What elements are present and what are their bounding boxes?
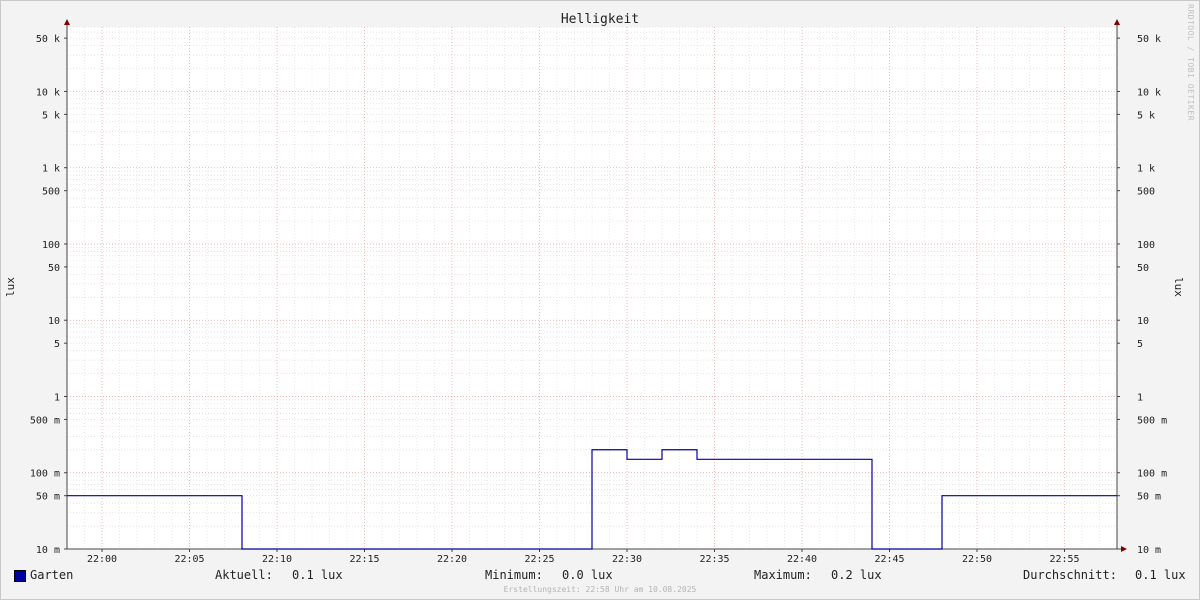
y-tick-label-right: 5 bbox=[1137, 339, 1143, 350]
x-tick-label: 22:45 bbox=[874, 554, 904, 565]
y-tick-label-left: 10 m bbox=[36, 545, 60, 556]
x-tick-label: 22:55 bbox=[1049, 554, 1079, 565]
y-tick-label-right: 10 m bbox=[1137, 545, 1161, 556]
y-tick-label-right: 500 m bbox=[1137, 415, 1167, 426]
x-axis-arrow bbox=[1121, 546, 1127, 552]
x-tick-label: 22:10 bbox=[262, 554, 292, 565]
legend-swatch-garten bbox=[14, 570, 26, 582]
creation-time-footer: Erstellungszeit: 22:58 Uhr am 10.08.2025 bbox=[503, 585, 697, 594]
y-tick-label-left: 500 m bbox=[30, 415, 60, 426]
y-tick-label-right: 50 m bbox=[1137, 492, 1161, 503]
x-tick-label: 22:30 bbox=[612, 554, 642, 565]
x-tick-label: 22:35 bbox=[699, 554, 729, 565]
legend-series-name: Garten bbox=[30, 568, 74, 582]
y-tick-label-right: 100 bbox=[1137, 240, 1155, 251]
brightness-chart: Helligkeit lux lux 50 k 50 k 10 k 10 k 5 k 5 … bbox=[4, 12, 1185, 565]
y-axis-label-left: lux bbox=[4, 277, 17, 297]
x-tick-label: 22:00 bbox=[87, 554, 117, 565]
y-tick-label-right: 1 bbox=[1137, 392, 1143, 403]
y-tick-label-right: 100 m bbox=[1137, 469, 1167, 480]
y-tick-label-right: 50 bbox=[1137, 263, 1149, 274]
legend-min-value: 0.0 lux bbox=[562, 568, 613, 582]
y-tick-label-right: 50 k bbox=[1137, 34, 1161, 45]
y-tick-label-left: 50 m bbox=[36, 492, 60, 503]
y-tick-label-left: 50 bbox=[48, 263, 60, 274]
legend-min-label: Minimum: bbox=[485, 568, 543, 582]
y-axis-label-right: lux bbox=[1172, 277, 1185, 297]
x-tick-label: 22:20 bbox=[437, 554, 467, 565]
legend-avg-label: Durchschnitt: bbox=[1023, 568, 1117, 582]
x-tick-label: 22:05 bbox=[174, 554, 204, 565]
y-tick-label-left: 1 bbox=[54, 392, 60, 403]
legend-max-label: Maximum: bbox=[754, 568, 812, 582]
y-tick-label-left: 500 bbox=[42, 187, 60, 198]
x-tick-label: 22:40 bbox=[787, 554, 817, 565]
x-tick-label: 22:25 bbox=[524, 554, 554, 565]
legend-max-value: 0.2 lux bbox=[831, 568, 882, 582]
legend-current-value: 0.1 lux bbox=[292, 568, 343, 582]
y-tick-label-right: 10 k bbox=[1137, 87, 1161, 98]
rrdtool-watermark: RRDTOOL / TOBI OETIKER bbox=[1186, 4, 1195, 121]
legend-current-label: Aktuell: bbox=[215, 568, 273, 582]
y-tick-label-left: 50 k bbox=[36, 34, 60, 45]
x-tick-label: 22:50 bbox=[962, 554, 992, 565]
y-axis-arrow-right bbox=[1114, 19, 1120, 25]
y-tick-label-right: 5 k bbox=[1137, 110, 1155, 121]
y-tick-label-left: 10 k bbox=[36, 87, 60, 98]
legend-avg-value: 0.1 lux bbox=[1135, 568, 1186, 582]
y-axis-arrow-left bbox=[64, 19, 70, 25]
y-tick-label-left: 100 bbox=[42, 240, 60, 251]
y-tick-label-right: 10 bbox=[1137, 316, 1149, 327]
y-tick-label-left: 5 k bbox=[42, 110, 60, 121]
y-tick-label-right: 500 bbox=[1137, 187, 1155, 198]
y-tick-label-right: 1 k bbox=[1137, 164, 1155, 175]
x-tick-label: 22:15 bbox=[349, 554, 379, 565]
y-tick-label-left: 10 bbox=[48, 316, 60, 327]
y-tick-label-left: 5 bbox=[54, 339, 60, 350]
chart-title: Helligkeit bbox=[561, 12, 639, 27]
y-tick-label-left: 100 m bbox=[30, 469, 60, 480]
y-tick-label-left: 1 k bbox=[42, 164, 60, 175]
